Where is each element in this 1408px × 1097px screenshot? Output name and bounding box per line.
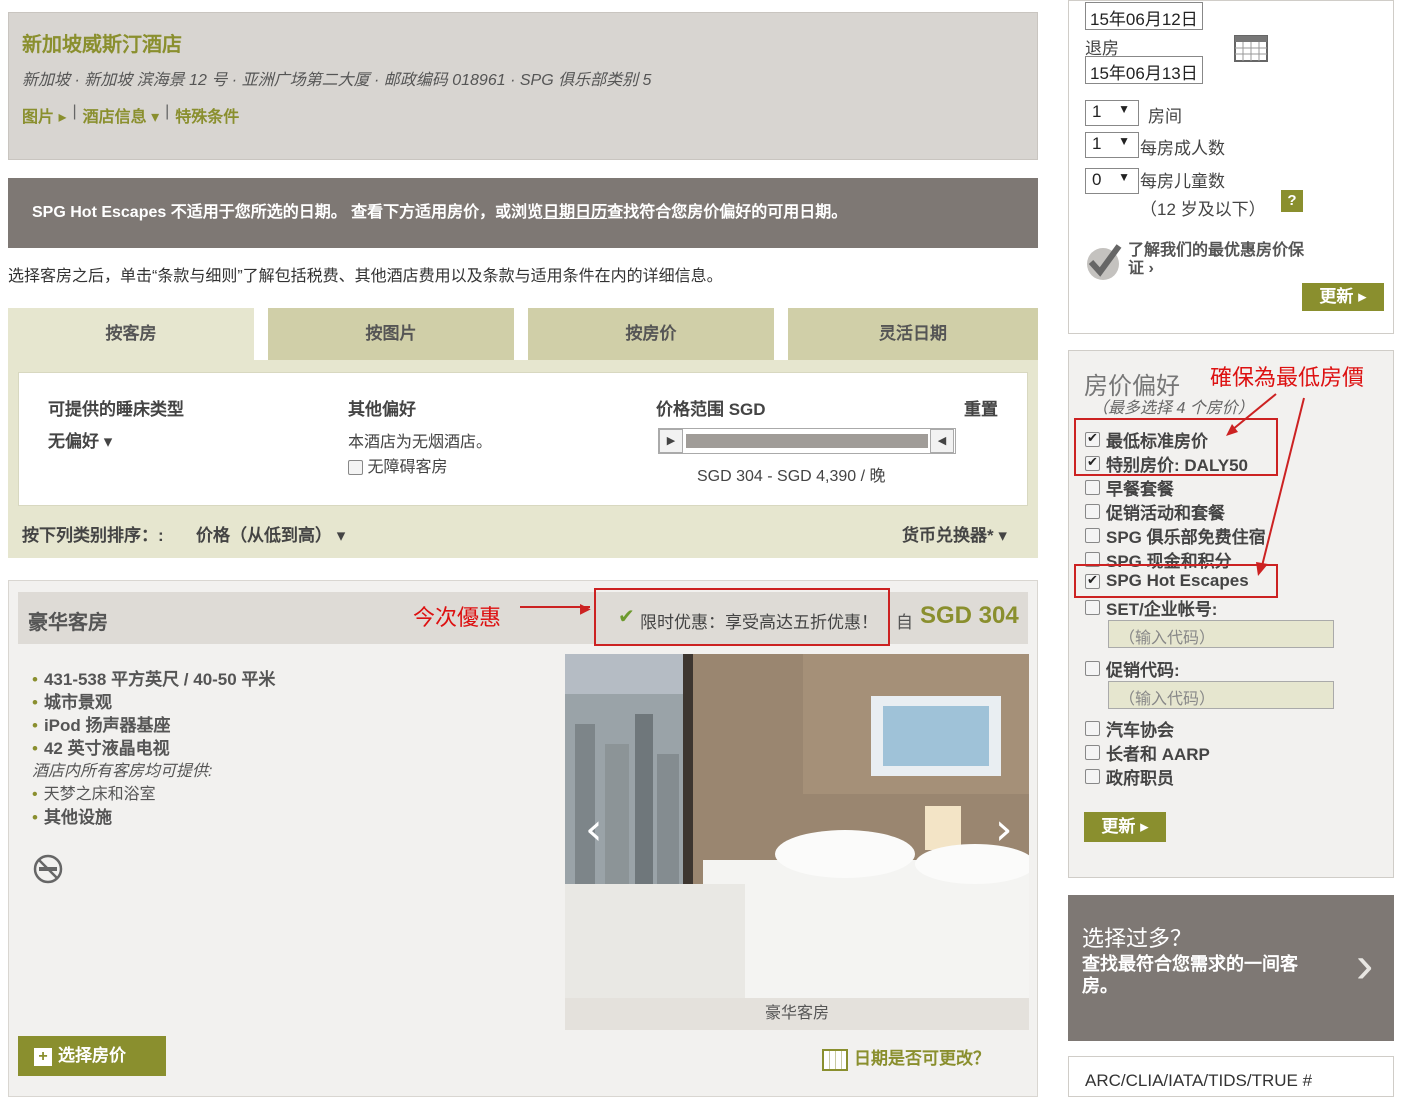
nonsmoking-note: 本酒店为无烟酒店。 <box>348 434 493 451</box>
corporate-code-input[interactable]: （输入代码） <box>1108 620 1334 648</box>
children-label: 每房儿童数 <box>1140 172 1225 191</box>
room-title: 豪华客房 <box>28 612 108 634</box>
tab-flexible-dates[interactable]: 灵活日期 <box>788 308 1038 360</box>
chevron-right-icon: › <box>1356 936 1374 994</box>
link-separator: | <box>165 103 170 120</box>
adults-select[interactable]: 1 ▼ <box>1085 132 1139 158</box>
offer-highlight-box <box>594 588 890 646</box>
accessible-checkbox[interactable] <box>348 460 363 476</box>
rooms-select[interactable]: 1 ▼ <box>1085 100 1139 126</box>
pref-promotions[interactable]: 促销活动和套餐 <box>1085 499 1225 524</box>
search-update-button[interactable]: 更新 ▸ <box>1302 283 1384 311</box>
feature-item: • 431-538 平方英尺 / 40-50 平米 <box>32 670 276 689</box>
promo-text: 查找最符合您需求的一间客房。 <box>1082 954 1298 996</box>
pref-senior-aarp[interactable]: 长者和 AARP <box>1085 740 1210 765</box>
link-separator: | <box>72 103 77 120</box>
slider-min-handle[interactable]: ▶ <box>659 429 683 453</box>
notice-bar: SPG Hot Escapes 不适用于您所选的日期。 查看下方适用房价，或浏览… <box>8 178 1038 248</box>
photos-link[interactable]: 图片 ▸ <box>22 103 66 127</box>
dropdown-arrow-icon: ▼ <box>1118 102 1130 116</box>
tab-by-rate[interactable]: 按房价 <box>528 308 774 360</box>
no-smoking-icon <box>32 853 64 890</box>
date-calendar-link[interactable]: 日期日历 <box>543 204 607 221</box>
feature-item: • 42 英寸液晶电视 <box>32 739 170 758</box>
pref-breakfast[interactable]: 早餐套餐 <box>1085 475 1174 500</box>
price-slider-range <box>686 434 928 448</box>
pref-checkbox[interactable] <box>1085 661 1100 676</box>
lowest-rate-annotation: 確保為最低房價 <box>1210 365 1365 390</box>
pref-checkbox[interactable] <box>1085 769 1100 784</box>
promo-code-input[interactable]: （输入代码） <box>1108 681 1334 709</box>
feature-item: • iPod 扬声器基座 <box>32 716 171 735</box>
help-icon[interactable]: ? <box>1281 190 1303 212</box>
photo-caption: 豪华客房 <box>565 998 1029 1030</box>
more-amenities-link[interactable]: • 其他设施 <box>32 806 275 829</box>
checkout-date-input[interactable]: 15年06月13日 <box>1085 56 1203 84</box>
sort-dropdown[interactable]: 价格（从低到高） ▾ <box>196 521 345 546</box>
pref-checkbox[interactable] <box>1085 480 1100 495</box>
calendar-icon[interactable] <box>1234 32 1268 67</box>
currency-converter-link[interactable]: 货币兑换器* ▾ <box>902 521 1007 546</box>
special-conditions-link[interactable]: 特殊条件 <box>175 103 239 127</box>
pref-update-button[interactable]: 更新 ▸ <box>1084 812 1166 842</box>
room-finder-promo[interactable]: 选择过多？ 查找最符合您需求的一间客房。 › <box>1068 895 1394 1041</box>
price-from-label: 自 <box>896 613 913 632</box>
notice-text-end: 查找符合您房价偏好的可用日期。 <box>607 204 848 221</box>
dropdown-arrow-icon: ▼ <box>1118 134 1130 148</box>
iata-field-label: ARC/CLIA/IATA/TIDS/TRUE # <box>1068 1056 1394 1097</box>
promo-title: 选择过多？ <box>1082 926 1193 951</box>
guarantee-checkmark-icon <box>1083 242 1123 287</box>
tab-by-photo[interactable]: 按图片 <box>268 308 514 360</box>
notice-text: SPG Hot Escapes 不适用于您所选的日期。 查看下方适用房价，或浏览 <box>32 204 544 221</box>
dropdown-arrow-icon: ▼ <box>1118 170 1130 184</box>
arrow-head-icon: ▶ <box>580 600 591 616</box>
pref-checkbox[interactable] <box>1085 504 1100 519</box>
feature-item: • 城市景观 <box>32 693 112 712</box>
pref-checkbox[interactable] <box>1085 745 1100 760</box>
accessible-label: 无障碍客房 <box>367 459 448 476</box>
reset-link[interactable]: 重置 <box>964 395 998 420</box>
svg-text:‹: ‹ <box>585 804 603 855</box>
feature-item: • 天梦之床和浴室 <box>32 786 156 803</box>
pref-checkbox[interactable] <box>1085 600 1100 615</box>
svg-text:›: › <box>995 804 1013 855</box>
other-pref-label: 其他偏好 <box>348 400 416 419</box>
slider-max-handle[interactable]: ◀ <box>930 429 954 453</box>
calendar-icon <box>822 1048 848 1071</box>
hotel-info-link[interactable]: 酒店信息 ▾ <box>83 103 159 127</box>
hotel-name[interactable]: 新加坡威斯汀酒店 <box>22 28 182 57</box>
pref-checkbox[interactable] <box>1085 721 1100 736</box>
room-photo[interactable]: ‹ › <box>565 654 1029 998</box>
instruction-text: 选择客房之后，单击“条款与细则”了解包括税费、其他酒店费用以及条款与适用条件在内… <box>8 268 723 285</box>
room-price: SGD 304 <box>920 602 1019 629</box>
price-range-value: SGD 304 - SGD 4,390 / 晚 <box>697 468 886 485</box>
sort-label: 按下列类别排序：: <box>22 526 164 545</box>
children-note: （12 岁及以下） <box>1140 200 1266 219</box>
all-rooms-label: 酒店内所有客房均可提供: <box>32 763 213 780</box>
pref-auto-club[interactable]: 汽车协会 <box>1085 716 1174 741</box>
room-features: • 431-538 平方英尺 / 40-50 平米 • 城市景观 • iPod 扬声器… <box>32 668 275 829</box>
bed-type-dropdown[interactable]: 无偏好 ▾ <box>48 427 112 452</box>
select-rate-button[interactable]: + 选择房价 <box>18 1036 166 1076</box>
annotation-arrows <box>1226 393 1305 576</box>
adults-label: 每房成人数 <box>1140 139 1225 158</box>
bed-type-label: 可提供的睡床类型 <box>48 400 184 419</box>
pref-government[interactable]: 政府职员 <box>1085 764 1174 789</box>
hotel-links: 图片 ▸ | 酒店信息 ▾ | 特殊条件 <box>22 103 239 127</box>
offer-annotation: 今次優惠 <box>413 605 502 630</box>
checkin-date-input[interactable]: 15年06月12日 <box>1085 2 1203 30</box>
date-change-link[interactable]: 日期是否可更改？ <box>822 1044 990 1071</box>
tab-by-room[interactable]: 按客房 <box>8 308 254 360</box>
price-range-label: 价格范围 SGD <box>656 400 766 419</box>
pref-corporate-account[interactable]: SET/企业帐号: <box>1085 595 1217 620</box>
accessible-room-option[interactable]: 无障碍客房 <box>348 453 447 477</box>
pref-checkbox[interactable] <box>1085 528 1100 543</box>
best-rate-guarantee-link[interactable]: 了解我们的最优惠房价保证 › <box>1128 242 1306 278</box>
hotel-address: 新加坡 · 新加坡 滨海景 12 号 · 亚洲广场第二大厦 · 邮政编码 018… <box>22 72 652 89</box>
plus-icon: + <box>34 1048 52 1066</box>
rooms-label: 房间 <box>1148 107 1182 126</box>
children-select[interactable]: 0 ▼ <box>1085 168 1139 194</box>
pref-promo-code[interactable]: 促销代码: <box>1085 656 1180 681</box>
